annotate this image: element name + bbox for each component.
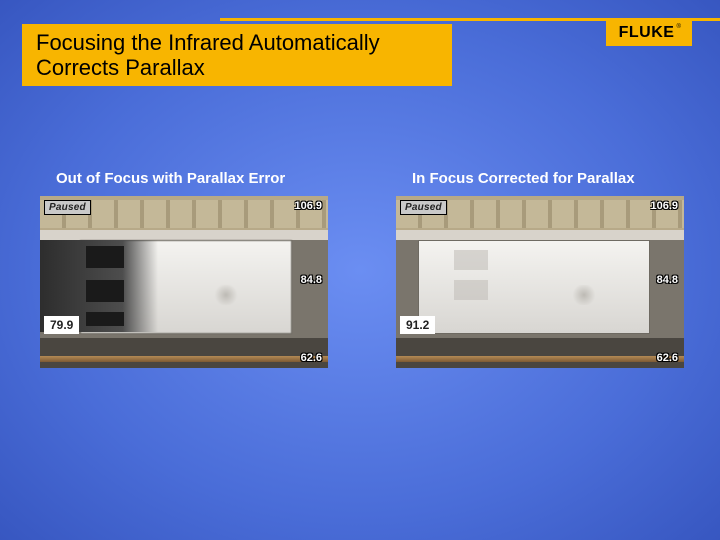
scale-mid: 84.8 — [657, 274, 678, 286]
image-panel-right: Paused 91.2 106.9 84.8 62.6 — [396, 196, 684, 368]
caption-left: Out of Focus with Parallax Error — [56, 170, 285, 187]
scale-low: 62.6 — [657, 352, 678, 364]
scale-low: 62.6 — [301, 352, 322, 364]
slide-title: Focusing the Infrared Automatically Corr… — [22, 24, 452, 86]
floor-pipe — [396, 356, 684, 362]
spot-temperature: 79.9 — [44, 316, 79, 334]
scale-high: 106.9 — [294, 200, 322, 212]
dark-slot — [86, 280, 124, 302]
registered-mark: ® — [676, 24, 681, 30]
brand-logo: FLUKE ® — [606, 20, 692, 46]
floor-pipe — [40, 356, 328, 362]
brand-text: FLUKE — [619, 24, 675, 42]
caption-right: In Focus Corrected for Parallax — [412, 170, 635, 187]
faint-rectangle — [454, 250, 488, 270]
equipment-enclosure — [418, 240, 650, 334]
dark-slot — [86, 312, 124, 326]
status-badge: Paused — [400, 200, 447, 215]
faint-rectangle — [454, 280, 488, 300]
dark-slot — [86, 246, 124, 268]
spot-temperature: 91.2 — [400, 316, 435, 334]
scale-mid: 84.8 — [301, 274, 322, 286]
slide-title-text: Focusing the Infrared Automatically Corr… — [36, 30, 380, 80]
image-panel-left: Paused 79.9 106.9 84.8 62.6 — [40, 196, 328, 368]
scale-high: 106.9 — [650, 200, 678, 212]
status-badge: Paused — [44, 200, 91, 215]
